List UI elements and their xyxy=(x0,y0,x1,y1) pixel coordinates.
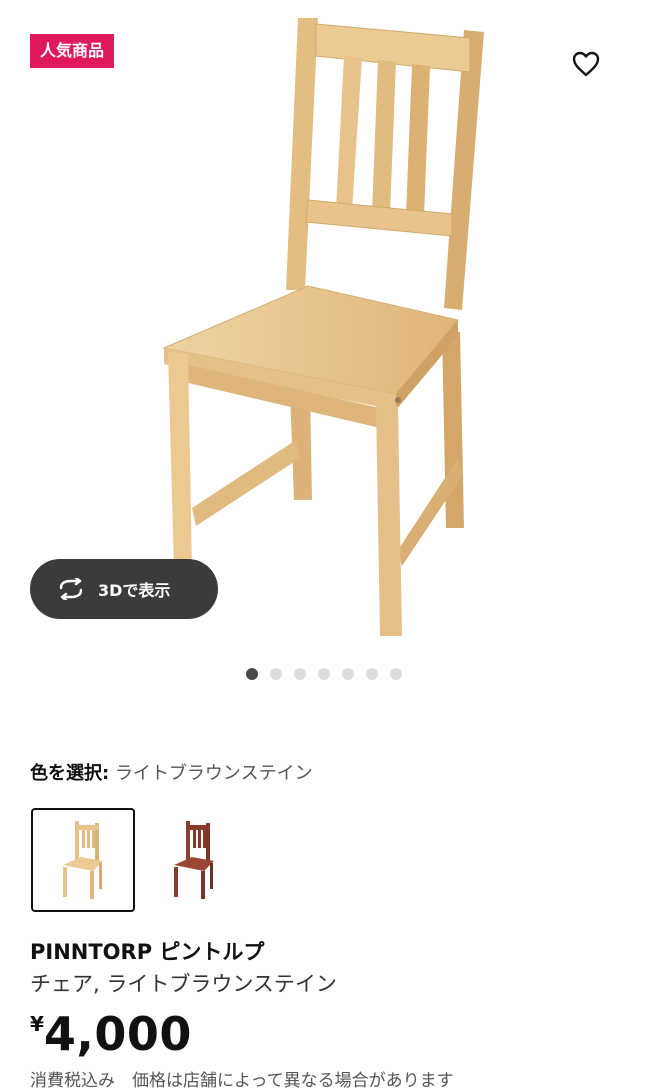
price-amount: 4,000 xyxy=(43,1007,192,1061)
heart-icon xyxy=(572,51,600,77)
selected-color-value: ライトブラウンステイン xyxy=(114,763,313,784)
product-price: ¥ 4,000 xyxy=(30,1008,192,1060)
gallery-pagination xyxy=(0,668,647,680)
view-3d-label: 3Dで表示 xyxy=(98,581,171,600)
gallery-dot[interactable] xyxy=(389,668,402,680)
view-3d-button[interactable]: 3Dで表示 xyxy=(30,559,218,619)
gallery-dot[interactable] xyxy=(245,668,258,680)
gallery-dot[interactable] xyxy=(317,668,330,680)
gallery-dot[interactable] xyxy=(365,668,378,680)
gallery-dot[interactable] xyxy=(269,668,282,680)
product-image-gallery[interactable]: 人気商品 3Dで表示 xyxy=(0,0,647,650)
chair-thumbnail-light-brown xyxy=(63,821,103,899)
product-name: PINNTORP ピントルプ xyxy=(30,940,265,964)
color-swatch-red-brown[interactable] xyxy=(142,808,246,912)
color-selector-label: 色を選択: ライトブラウンステイン xyxy=(30,759,313,785)
gallery-dot[interactable] xyxy=(293,668,306,680)
popular-badge: 人気商品 xyxy=(30,34,115,68)
color-swatch-light-brown[interactable] xyxy=(31,808,135,912)
chair-thumbnail-red-brown xyxy=(174,821,214,899)
product-image xyxy=(162,18,484,636)
rotate-icon xyxy=(59,578,83,600)
product-description: チェア, ライトブラウンステイン xyxy=(30,972,337,996)
favorite-button[interactable] xyxy=(566,44,606,84)
gallery-dot[interactable] xyxy=(341,668,354,680)
price-currency: ¥ xyxy=(30,1012,44,1036)
price-note: 消費税込み 価格は店舗によって異なる場合があります xyxy=(30,1071,454,1091)
color-select-prefix: 色を選択: xyxy=(30,763,110,784)
